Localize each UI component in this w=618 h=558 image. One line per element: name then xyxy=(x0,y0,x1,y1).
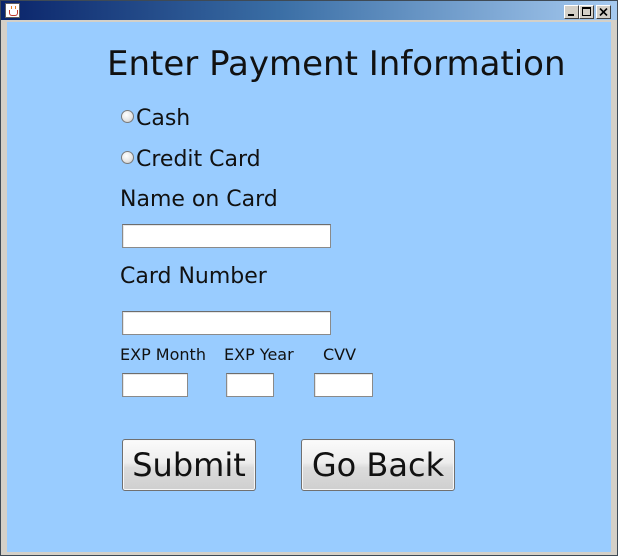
close-icon xyxy=(599,8,608,16)
name-on-card-label: Name on Card xyxy=(120,187,278,212)
cash-radio-label[interactable]: Cash xyxy=(136,106,190,131)
title-bar[interactable] xyxy=(1,1,617,20)
exp-month-label: EXP Month xyxy=(120,345,206,364)
cash-radio-button[interactable] xyxy=(121,109,134,123)
cvv-input[interactable] xyxy=(314,373,373,397)
exp-year-input[interactable] xyxy=(226,373,274,397)
card-number-label: Card Number xyxy=(120,264,267,289)
exp-year-label: EXP Year xyxy=(224,345,294,364)
name-on-card-input[interactable] xyxy=(122,224,331,248)
exp-month-input[interactable] xyxy=(122,373,188,397)
cvv-label: CVV xyxy=(323,345,357,364)
payment-form-panel: Enter Payment Information Cash Credit Ca… xyxy=(7,22,611,552)
credit-card-radio-option[interactable]: Credit Card xyxy=(121,146,261,172)
minimize-button[interactable] xyxy=(564,5,579,19)
page-title: Enter Payment Information xyxy=(107,44,566,84)
cash-radio-option[interactable]: Cash xyxy=(121,105,190,131)
credit-card-radio-button[interactable] xyxy=(121,150,134,164)
go-back-button[interactable]: Go Back xyxy=(301,439,455,491)
application-window: Enter Payment Information Cash Credit Ca… xyxy=(0,0,618,556)
java-cup-icon[interactable] xyxy=(5,3,20,18)
credit-card-radio-label[interactable]: Credit Card xyxy=(136,147,261,172)
close-button[interactable] xyxy=(596,5,611,19)
card-number-input[interactable] xyxy=(122,311,331,335)
maximize-button[interactable] xyxy=(579,5,594,19)
submit-button[interactable]: Submit xyxy=(122,439,256,491)
